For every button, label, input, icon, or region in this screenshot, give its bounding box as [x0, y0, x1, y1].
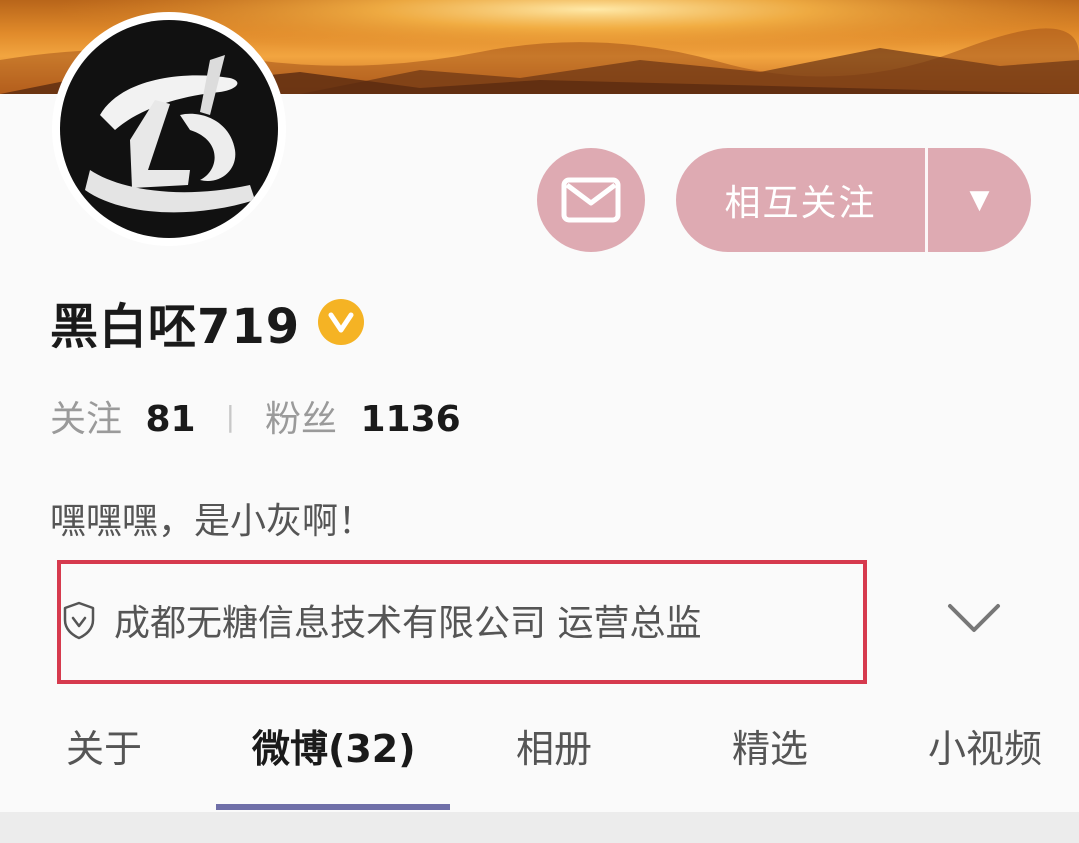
followers-count: 1136: [360, 399, 461, 440]
avatar-image: [60, 20, 278, 238]
follow-button-group: 相互关注 ▼: [676, 148, 1031, 252]
active-tab-indicator: [216, 804, 450, 810]
message-button[interactable]: [537, 148, 645, 252]
shield-check-icon: [63, 601, 95, 640]
following-label: 关注: [50, 399, 123, 440]
stats-separator: |: [225, 399, 236, 433]
following-count: 81: [145, 399, 196, 440]
tab-featured[interactable]: 精选: [732, 718, 808, 771]
tab-album[interactable]: 相册: [516, 718, 592, 771]
tab-about[interactable]: 关于: [66, 718, 142, 771]
company-position: 成都无糖信息技术有限公司 运营总监: [114, 603, 702, 644]
company-info-row[interactable]: 成都无糖信息技术有限公司 运营总监: [62, 592, 701, 648]
tab-weibo[interactable]: 微博(32): [252, 718, 416, 771]
avatar[interactable]: [52, 12, 286, 246]
profile-bio: 嘿嘿嘿，是小灰啊！: [50, 501, 375, 542]
username: 黑白呸719: [50, 299, 301, 355]
chevron-down-icon[interactable]: [946, 598, 1002, 638]
envelope-icon: [561, 177, 621, 223]
follow-stats: 关注 81 | 粉丝 1136: [50, 392, 461, 440]
content-divider: [0, 812, 1079, 843]
following-link[interactable]: 关注 81: [50, 390, 196, 442]
followers-link[interactable]: 粉丝 1136: [265, 390, 461, 442]
verified-badge-icon[interactable]: [318, 299, 365, 345]
caret-down-icon: ▼: [969, 185, 990, 215]
button-divider: [925, 148, 928, 252]
username-row: 黑白呸719: [50, 290, 365, 355]
profile-tabs: 关于 微博(32) 相册 精选 小视频: [0, 700, 1079, 810]
tab-short-video[interactable]: 小视频: [928, 718, 1042, 771]
mutual-follow-button[interactable]: 相互关注: [676, 148, 925, 252]
follow-dropdown-button[interactable]: ▼: [928, 148, 1031, 252]
followers-label: 粉丝: [265, 399, 338, 440]
